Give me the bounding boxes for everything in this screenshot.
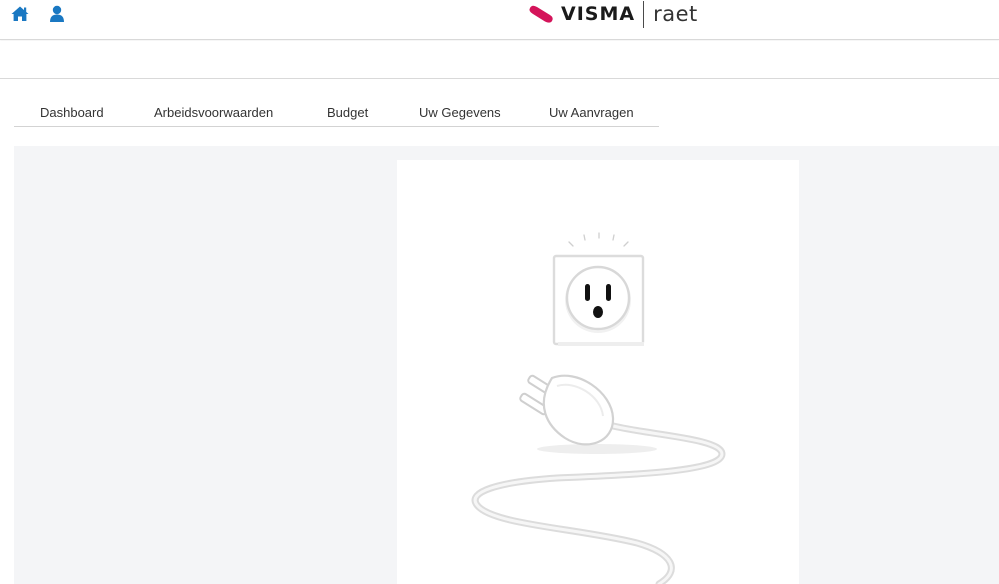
empty-state-card — [397, 160, 799, 584]
unplugged-outlet-illustration — [471, 232, 726, 584]
tab-dashboard[interactable]: Dashboard — [40, 96, 104, 126]
tab-arbeidsvoorwaarden[interactable]: Arbeidsvoorwaarden — [154, 96, 273, 126]
user-icon[interactable] — [47, 4, 67, 24]
secondary-bar — [0, 41, 999, 79]
visma-logo-mark-icon — [529, 5, 553, 23]
plug-icon — [519, 374, 615, 446]
top-bar: VISMA raet — [0, 0, 999, 40]
visma-raet-logo[interactable]: VISMA raet — [528, 0, 698, 30]
tab-budget[interactable]: Budget — [327, 96, 368, 126]
content-area — [14, 146, 999, 584]
logo-divider — [643, 0, 645, 28]
logo-sub-text: raet — [653, 2, 698, 26]
home-icon[interactable] — [10, 4, 30, 24]
tab-uw-aanvragen[interactable]: Uw Aanvragen — [549, 96, 634, 126]
spark-lines-icon — [568, 232, 629, 247]
tab-uw-gegevens[interactable]: Uw Gegevens — [419, 96, 501, 126]
logo-brand-text: VISMA — [561, 3, 636, 25]
outlet-icon — [552, 254, 645, 346]
main-nav-tabs: Dashboard Arbeidsvoorwaarden Budget Uw G… — [14, 96, 659, 127]
